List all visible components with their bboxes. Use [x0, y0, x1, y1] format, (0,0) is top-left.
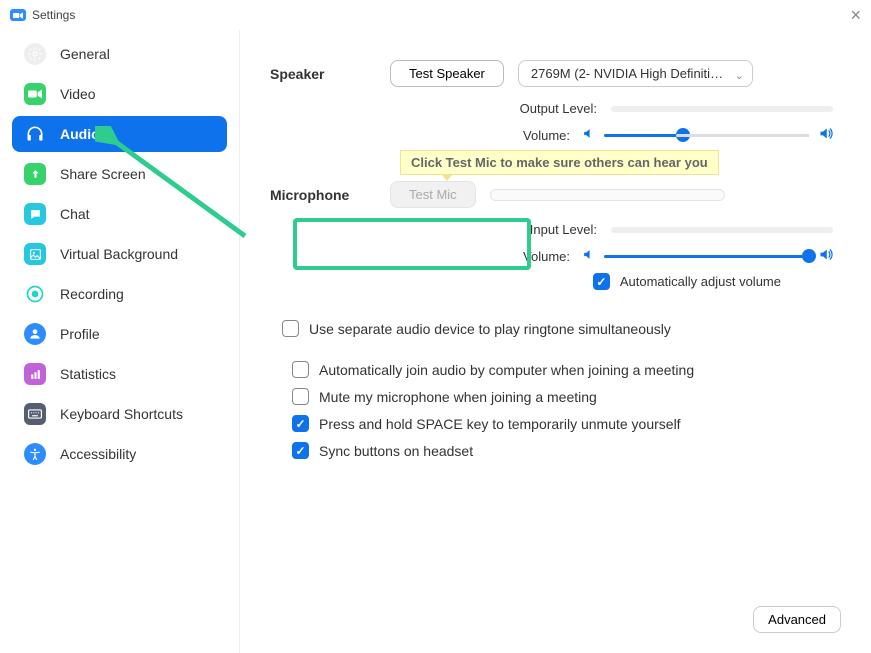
sidebar-item-virtual-background[interactable]: Virtual Background [12, 236, 227, 272]
speaker-label: Speaker [270, 66, 390, 82]
keyboard-icon [24, 403, 46, 425]
microphone-row: Microphone Test Mic ⌄ [270, 181, 841, 208]
option-mute-on-join[interactable]: Mute my microphone when joining a meetin… [292, 388, 841, 405]
sidebar-item-label: General [60, 46, 110, 62]
speaker-volume-slider[interactable] [604, 134, 809, 137]
option-label: Sync buttons on headset [319, 443, 473, 459]
output-level-row: Output Level: [270, 101, 841, 116]
sidebar-item-video[interactable]: Video [12, 76, 227, 112]
sidebar-item-label: Audio [60, 126, 100, 142]
settings-sidebar: General Video Audio Share Screen Chat [0, 30, 240, 653]
sidebar-item-label: Chat [60, 206, 90, 222]
speaker-device-select[interactable]: 2769M (2- NVIDIA High Definitio... ⌄ [518, 60, 753, 87]
speaker-high-icon [817, 247, 833, 265]
sidebar-item-label: Accessibility [60, 446, 136, 462]
profile-icon [24, 323, 46, 345]
output-level-meter [611, 106, 833, 112]
volume-label: Volume: [523, 249, 570, 264]
headphones-icon [24, 123, 46, 145]
sidebar-item-keyboard-shortcuts[interactable]: Keyboard Shortcuts [12, 396, 227, 432]
sidebar-item-audio[interactable]: Audio [12, 116, 227, 152]
close-icon[interactable]: × [850, 5, 861, 26]
checkbox[interactable] [292, 415, 309, 432]
advanced-button[interactable]: Advanced [753, 606, 841, 633]
settings-content: Speaker Test Speaker 2769M (2- NVIDIA Hi… [240, 30, 871, 653]
recording-icon [24, 283, 46, 305]
test-mic-button[interactable]: Test Mic [390, 181, 476, 208]
test-speaker-button[interactable]: Test Speaker [390, 60, 504, 87]
auto-adjust-label: Automatically adjust volume [620, 274, 781, 289]
option-separate-ringtone[interactable]: Use separate audio device to play ringto… [282, 320, 841, 337]
output-level-label: Output Level: [520, 101, 597, 116]
checkbox[interactable] [282, 320, 299, 337]
sidebar-item-profile[interactable]: Profile [12, 316, 227, 352]
sidebar-item-chat[interactable]: Chat [12, 196, 227, 232]
sidebar-item-statistics[interactable]: Statistics [12, 356, 227, 392]
input-level-row: Input Level: [270, 222, 841, 237]
sidebar-item-accessibility[interactable]: Accessibility [12, 436, 227, 472]
auto-adjust-row: Automatically adjust volume [270, 273, 841, 290]
sidebar-item-recording[interactable]: Recording [12, 276, 227, 312]
option-space-unmute[interactable]: Press and hold SPACE key to temporarily … [292, 415, 841, 432]
speaker-row: Speaker Test Speaker 2769M (2- NVIDIA Hi… [270, 60, 841, 87]
input-level-meter [611, 227, 833, 233]
chevron-down-icon: ⌄ [735, 69, 744, 82]
window-title: Settings [32, 8, 75, 22]
statistics-icon [24, 363, 46, 385]
speaker-device-value: 2769M (2- NVIDIA High Definitio... [531, 66, 728, 81]
volume-label: Volume: [523, 128, 570, 143]
virtual-bg-icon [24, 243, 46, 265]
accessibility-icon [24, 443, 46, 465]
option-label: Use separate audio device to play ringto… [309, 321, 671, 337]
sidebar-item-label: Statistics [60, 366, 116, 382]
chat-icon [24, 203, 46, 225]
chevron-down-icon: ⌄ [706, 198, 715, 201]
mic-volume-row: Volume: [270, 247, 841, 265]
gear-icon [24, 43, 46, 65]
video-icon [24, 83, 46, 105]
mic-volume-slider[interactable] [604, 255, 809, 258]
sidebar-item-label: Keyboard Shortcuts [60, 406, 183, 422]
speaker-high-icon [817, 126, 833, 144]
auto-adjust-checkbox[interactable] [593, 273, 610, 290]
sidebar-item-label: Profile [60, 326, 100, 342]
option-label: Automatically join audio by computer whe… [319, 362, 694, 378]
test-mic-tooltip: Click Test Mic to make sure others can h… [400, 150, 719, 175]
checkbox[interactable] [292, 361, 309, 378]
sidebar-item-label: Recording [60, 286, 124, 302]
input-level-label: Input Level: [530, 222, 597, 237]
microphone-label: Microphone [270, 187, 390, 203]
checkbox[interactable] [292, 388, 309, 405]
option-sync-headset[interactable]: Sync buttons on headset [292, 442, 841, 459]
sidebar-item-label: Virtual Background [60, 246, 178, 262]
checkbox[interactable] [292, 442, 309, 459]
option-auto-join[interactable]: Automatically join audio by computer whe… [292, 361, 841, 378]
microphone-device-select[interactable]: ⌄ [490, 189, 725, 201]
option-label: Press and hold SPACE key to temporarily … [319, 416, 681, 432]
speaker-low-icon [580, 127, 596, 143]
sidebar-item-general[interactable]: General [12, 36, 227, 72]
speaker-low-icon [580, 248, 596, 264]
speaker-volume-row: Volume: [270, 126, 841, 144]
share-screen-icon [24, 163, 46, 185]
sidebar-item-label: Share Screen [60, 166, 146, 182]
titlebar: Settings × [0, 0, 871, 30]
option-label: Mute my microphone when joining a meetin… [319, 389, 597, 405]
zoom-app-icon [10, 9, 26, 21]
sidebar-item-label: Video [60, 86, 96, 102]
sidebar-item-share-screen[interactable]: Share Screen [12, 156, 227, 192]
